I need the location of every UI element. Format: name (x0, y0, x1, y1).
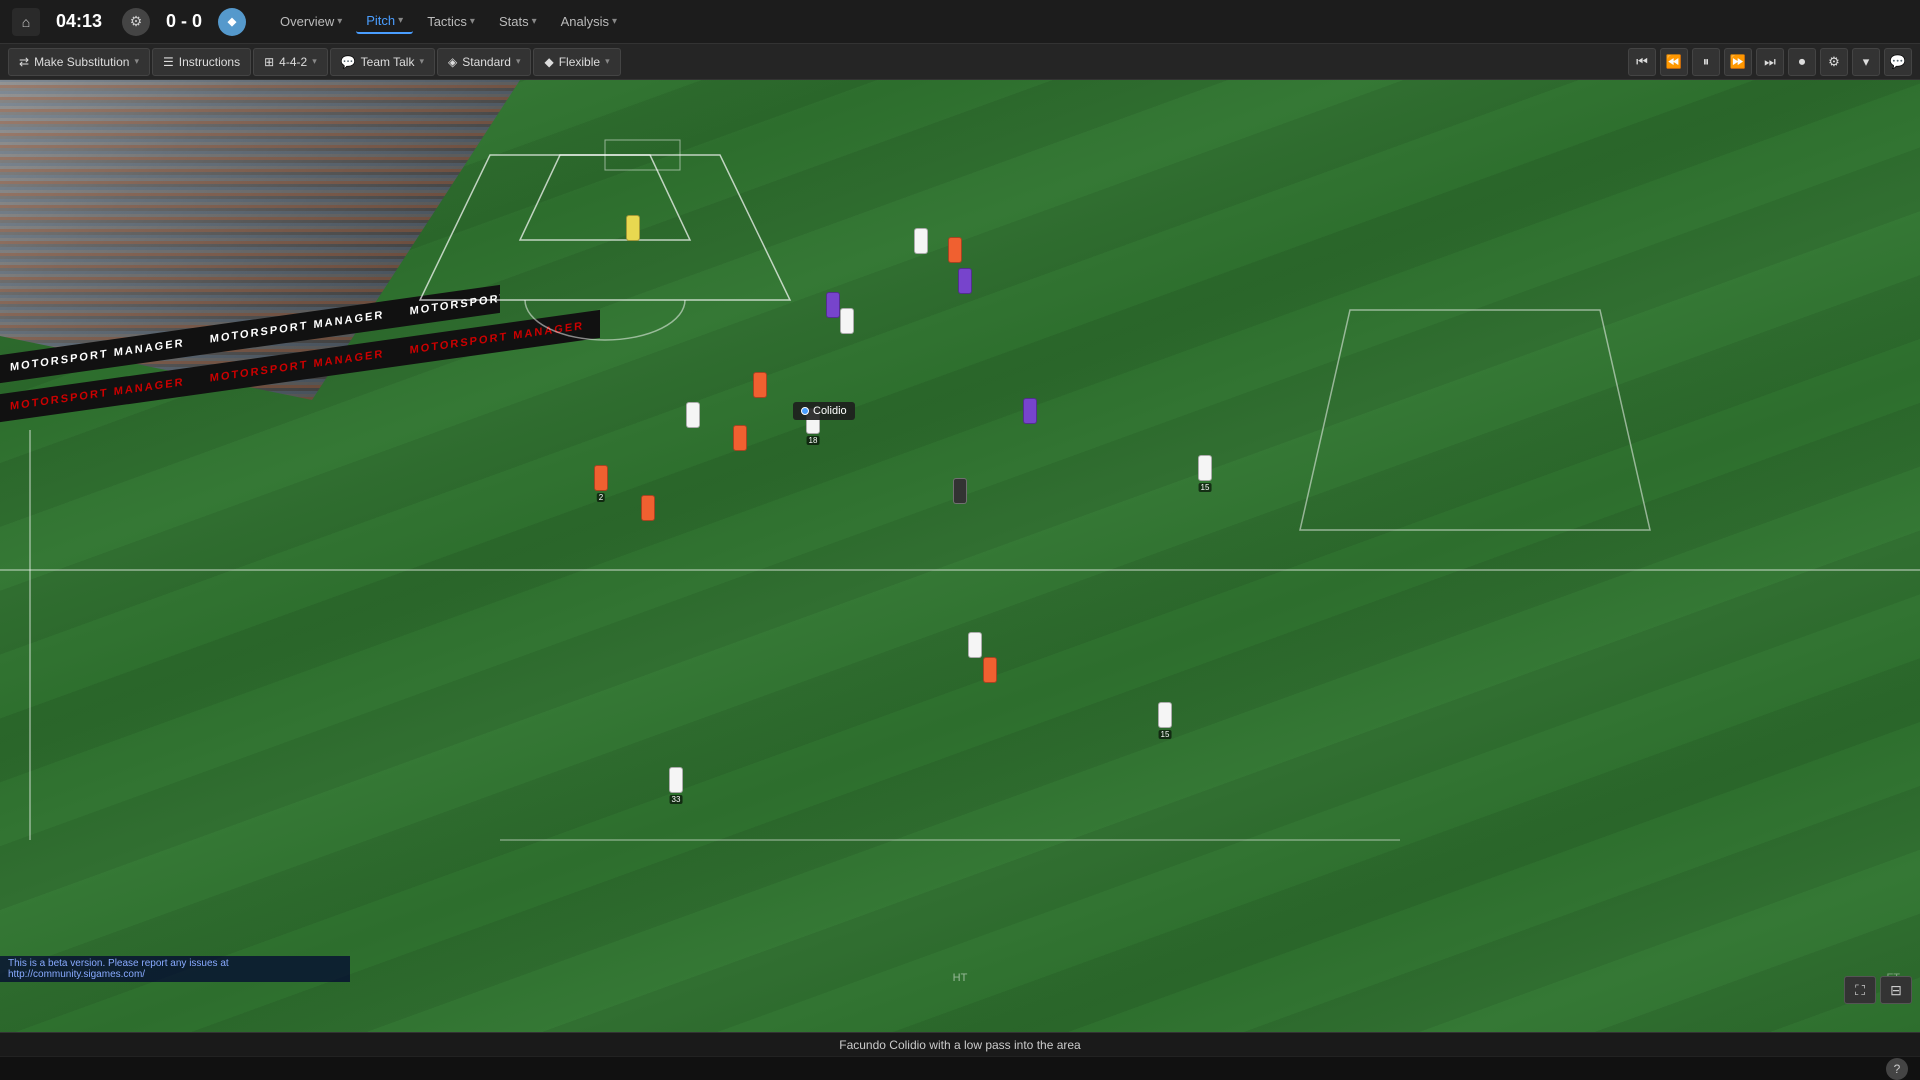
record-button[interactable]: ⏺ (1788, 48, 1816, 76)
pitch-view: MOTORSPORT MANAGER MOTORSPORT MANAGER MO… (0, 80, 1920, 1032)
player-gk[interactable] (626, 215, 640, 241)
speech-icon: 💬 (341, 55, 356, 69)
player-number: 33 (670, 795, 683, 804)
make-substitution-button[interactable]: ⇄ Make Substitution ▾ (8, 48, 150, 76)
player-orange-3[interactable] (733, 425, 747, 451)
rewind-button[interactable]: ⏪ (1660, 48, 1688, 76)
player-dark-1[interactable] (953, 478, 967, 504)
help-button[interactable]: ? (1886, 1058, 1908, 1080)
status-message: Facundo Colidio with a low pass into the… (839, 1038, 1080, 1052)
match-score: 0 - 0 (166, 11, 202, 32)
tooltip-dot (801, 407, 809, 415)
chevron-down-icon: ▾ (398, 15, 403, 26)
player-number: 18 (807, 436, 820, 445)
mentality-button[interactable]: ◈ Standard ▾ (437, 48, 531, 76)
skip-to-end-button[interactable]: ⏭ (1756, 48, 1784, 76)
player-white-2[interactable] (840, 308, 854, 334)
player-purple-3[interactable] (1023, 398, 1037, 424)
player-number: 2 (597, 493, 605, 502)
nav-overview[interactable]: Overview ▾ (270, 9, 352, 34)
nav-tactics[interactable]: Tactics ▾ (417, 9, 485, 34)
team-badge: ◆ (218, 8, 246, 36)
fast-forward-button[interactable]: ⏩ (1724, 48, 1752, 76)
beta-notice: This is a beta version. Please report an… (0, 956, 350, 982)
nav-stats[interactable]: Stats ▾ (489, 9, 547, 34)
player-number: 15 (1159, 730, 1172, 739)
team-talk-button[interactable]: 💬 Team Talk ▾ (330, 48, 435, 76)
player-orange-2[interactable] (753, 372, 767, 398)
player-white-3[interactable] (686, 402, 700, 428)
player-orange-5[interactable] (641, 495, 655, 521)
bottom-help-bar: ? (0, 1056, 1920, 1080)
nav-pitch[interactable]: Pitch ▾ (356, 9, 413, 34)
home-button[interactable]: ⌂ (12, 8, 40, 36)
formation-icon: ⊞ (264, 55, 274, 69)
player-number: 15 (1199, 483, 1212, 492)
fullscreen-button[interactable]: ⛶ (1844, 976, 1876, 1004)
playback-controls: ⏮ ⏪ ⏸ ⏩ ⏭ ⏺ ⚙ ▾ 💬 (1628, 48, 1912, 76)
player-white-4[interactable]: 15 (1198, 455, 1212, 481)
status-bar: Facundo Colidio with a low pass into the… (0, 1032, 1920, 1056)
layout-button[interactable]: ⊟ (1880, 976, 1912, 1004)
nav-links: Overview ▾ Pitch ▾ Tactics ▾ Stats ▾ Ana… (270, 9, 627, 34)
nav-analysis[interactable]: Analysis ▾ (551, 9, 627, 34)
player-white-1[interactable] (914, 228, 928, 254)
match-timer: 04:13 (56, 11, 106, 32)
chevron-down-icon: ▾ (470, 16, 475, 27)
formation-button[interactable]: ⊞ 4-4-2 ▾ (253, 48, 328, 76)
chat-button[interactable]: 💬 (1884, 48, 1912, 76)
settings-button[interactable]: ⚙ (122, 8, 150, 36)
style-button[interactable]: ◆ Flexible ▾ (533, 48, 620, 76)
chevron-down-icon: ▾ (134, 56, 139, 67)
chevron-down-icon: ▾ (532, 16, 537, 27)
pause-button[interactable]: ⏸ (1692, 48, 1720, 76)
player-purple-1[interactable] (958, 268, 972, 294)
player-white-6[interactable]: 15 (1158, 702, 1172, 728)
player-orange-4[interactable]: 2 (594, 465, 608, 491)
mentality-icon: ◈ (448, 55, 457, 69)
player-white-5[interactable] (968, 632, 982, 658)
player-orange-1[interactable] (948, 237, 962, 263)
chevron-down-icon: ▾ (516, 56, 521, 67)
match-toolbar: ⇄ Make Substitution ▾ ☰ Instructions ⊞ 4… (0, 44, 1920, 80)
player-purple-2[interactable] (826, 292, 840, 318)
instructions-button[interactable]: ☰ Instructions (152, 48, 251, 76)
tooltip-player-name: Colidio (813, 405, 847, 417)
chevron-down-icon: ▾ (419, 56, 424, 67)
substitution-icon: ⇄ (19, 55, 29, 69)
chevron-down-icon: ▾ (312, 56, 317, 67)
half-time-label: HT (953, 972, 968, 984)
view-controls: ⛶ ⊟ (1844, 976, 1912, 1004)
skip-to-start-button[interactable]: ⏮ (1628, 48, 1656, 76)
style-icon: ◆ (544, 55, 553, 69)
player-tooltip: Colidio (793, 402, 855, 420)
player-white-7[interactable]: 33 (669, 767, 683, 793)
chevron-down-icon: ▾ (605, 56, 610, 67)
top-navigation: ⌂ 04:13 ⚙ 0 - 0 ◆ Overview ▾ Pitch ▾ Tac… (0, 0, 1920, 44)
more-options-button[interactable]: ⚙ (1820, 48, 1848, 76)
expand-button[interactable]: ▾ (1852, 48, 1880, 76)
chevron-down-icon: ▾ (337, 16, 342, 27)
chevron-down-icon: ▾ (612, 16, 617, 27)
player-orange-6[interactable] (983, 657, 997, 683)
instructions-icon: ☰ (163, 55, 174, 69)
